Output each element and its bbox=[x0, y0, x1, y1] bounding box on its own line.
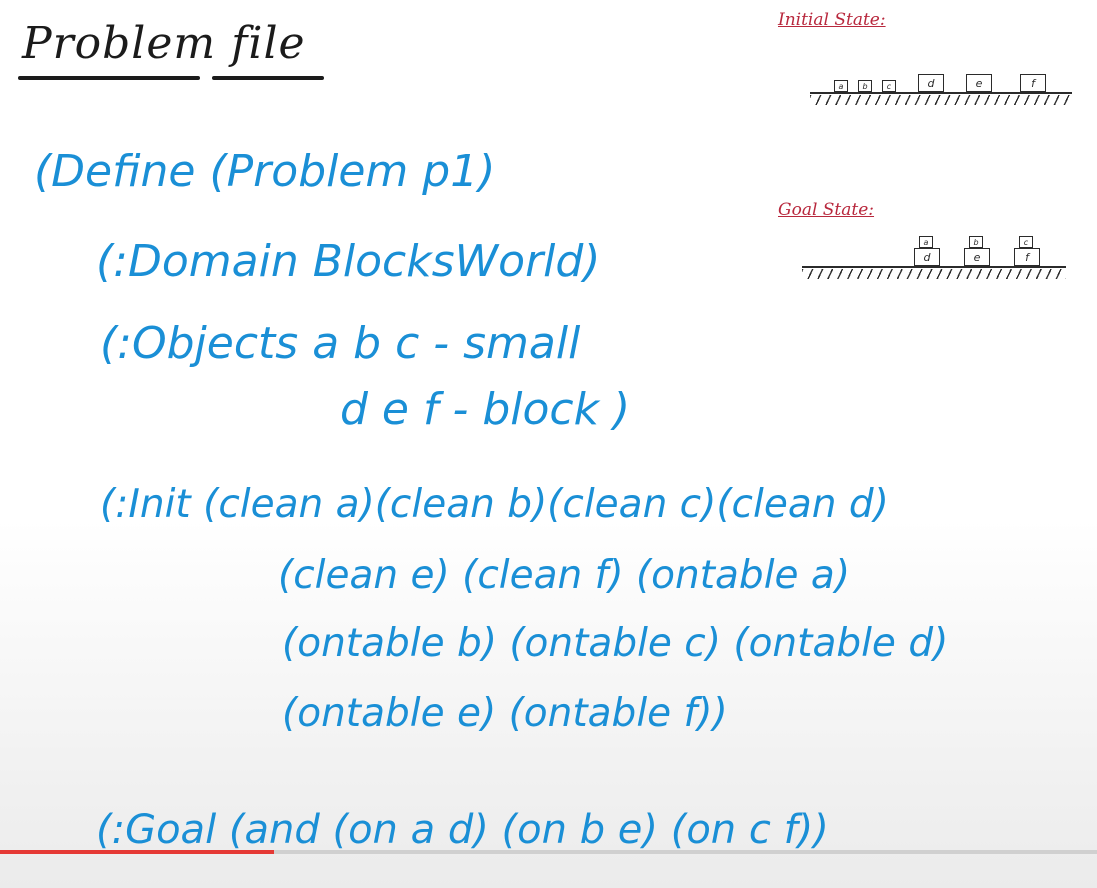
block-b: b bbox=[969, 236, 983, 248]
code-line-define: (Define (Problem p1) bbox=[34, 146, 496, 197]
table-hatch bbox=[810, 95, 1072, 105]
block-c: c bbox=[1019, 236, 1033, 248]
page-title: Problem file bbox=[22, 18, 306, 69]
block-c: c bbox=[882, 80, 896, 92]
block-d: d bbox=[918, 74, 944, 92]
table-line bbox=[810, 92, 1072, 94]
initial-state-label: Initial State: bbox=[778, 10, 886, 30]
code-line-objects-cont: d e f - block ) bbox=[340, 384, 631, 435]
block-d: d bbox=[914, 248, 940, 266]
block-e: e bbox=[966, 74, 992, 92]
video-progress-bar[interactable] bbox=[0, 850, 1097, 854]
code-line-domain: (:Domain BlocksWorld) bbox=[96, 236, 601, 287]
block-f: f bbox=[1020, 74, 1046, 92]
code-line-init-3: (ontable b) (ontable c) (ontable d) bbox=[282, 621, 949, 666]
code-line-init: (:Init (clean a)(clean b)(clean c)(clean… bbox=[100, 482, 889, 527]
code-line-objects: (:Objects a b c - small bbox=[100, 318, 581, 369]
goal-state-label: Goal State: bbox=[778, 200, 875, 220]
block-f: f bbox=[1014, 248, 1040, 266]
code-line-init-2: (clean e) (clean f) (ontable a) bbox=[278, 553, 851, 598]
table-hatch bbox=[802, 269, 1066, 279]
table-line bbox=[802, 266, 1066, 268]
title-underline bbox=[212, 76, 324, 80]
block-e: e bbox=[964, 248, 990, 266]
code-line-goal: (:Goal (and (on a d) (on b e) (on c f)) bbox=[96, 807, 829, 853]
block-a: a bbox=[919, 236, 933, 248]
block-a: a bbox=[834, 80, 848, 92]
block-b: b bbox=[858, 80, 872, 92]
title-underline bbox=[18, 76, 200, 80]
code-line-init-4: (ontable e) (ontable f)) bbox=[282, 691, 728, 736]
video-progress-fill bbox=[0, 850, 275, 854]
